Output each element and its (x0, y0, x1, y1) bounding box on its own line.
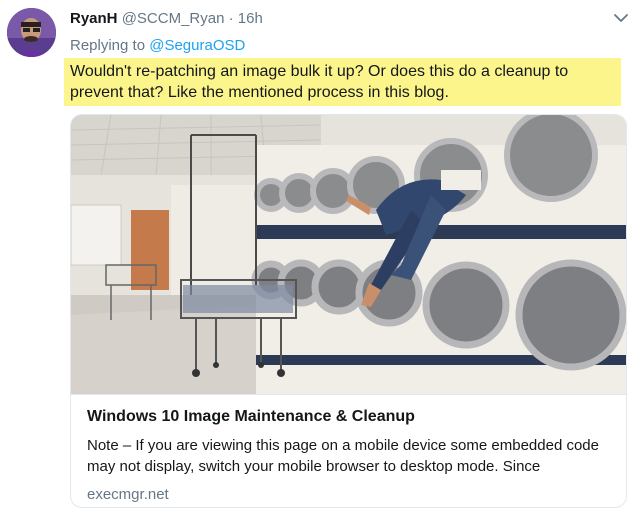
card-domain[interactable]: execmgr.net (87, 485, 612, 505)
author-handle[interactable]: @SCCM_Ryan (122, 10, 225, 27)
card-description: Note – If you are viewing this page on a… (87, 437, 599, 475)
timestamp[interactable]: 16h (238, 10, 263, 27)
reply-to-link[interactable]: @SeguraOSD (149, 37, 245, 54)
chevron-down-icon[interactable] (612, 11, 630, 25)
link-card[interactable]: Windows 10 Image Maintenance & Cleanup N… (70, 114, 627, 508)
card-title[interactable]: Windows 10 Image Maintenance & Cleanup (87, 407, 612, 427)
tweet-text: Wouldn't re-patching an image bulk it up… (70, 63, 569, 101)
separator-dot: · (228, 10, 234, 27)
avatar[interactable] (7, 8, 56, 57)
reply-prefix: Replying to (70, 37, 146, 54)
laundromat-photo (71, 115, 626, 394)
card-body: Windows 10 Image Maintenance & Cleanup N… (71, 394, 626, 505)
author-name[interactable]: RyanH (70, 10, 118, 27)
replying-to: Replying to @SeguraOSD (70, 36, 245, 56)
tweet-header: RyanH @SCCM_Ryan · 16h (70, 9, 628, 29)
